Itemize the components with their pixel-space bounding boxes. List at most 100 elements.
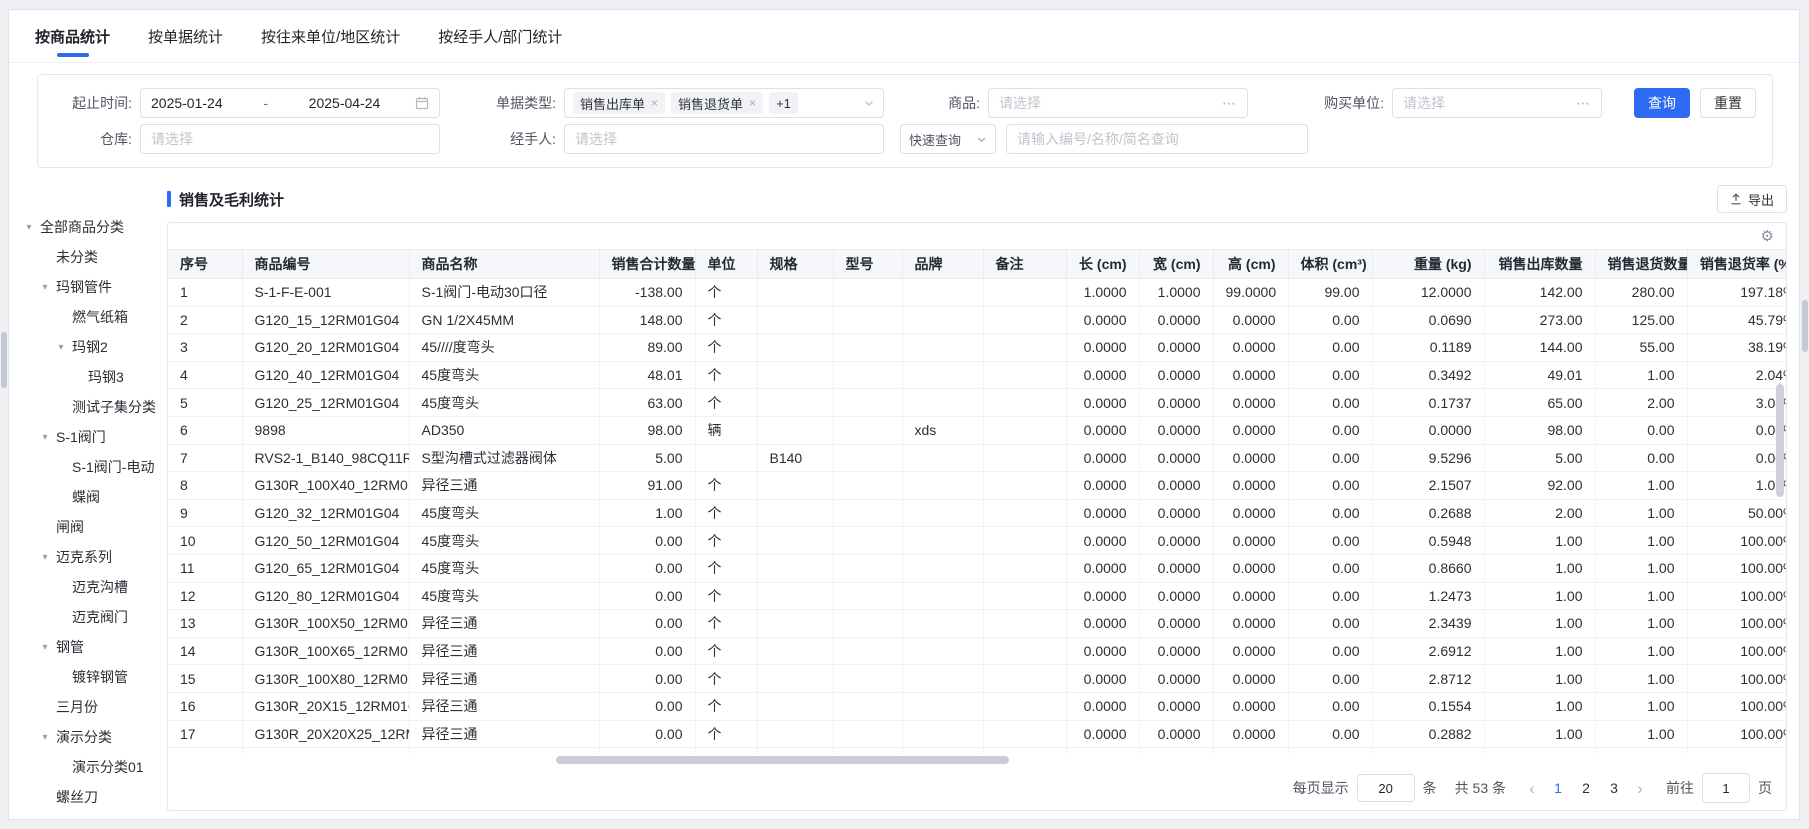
table-row[interactable]: 8G130R_100X40_12RM01G04异径三通91.00个0.00000…: [168, 471, 1786, 500]
tree-item[interactable]: ▾未分类: [9, 242, 157, 272]
column-header[interactable]: 销售出库数量: [1483, 249, 1596, 279]
table-horizontal-scrollbar[interactable]: [168, 754, 1786, 766]
table-row[interactable]: 2 G120_15_12RM01G04 GN 1/2X45MM 148.00 个 0.00…: [168, 305, 1786, 335]
page-scrollbar-left-thumb[interactable]: [1, 332, 7, 388]
column-header[interactable]: 型号: [832, 249, 903, 279]
table-row[interactable]: 6 9898 AD350 98.00 辆 xds 0.0000 0.0000 0.0000 0.0…: [168, 415, 1786, 445]
tree-item[interactable]: ▾演示分类01: [9, 752, 157, 782]
table-row[interactable]: 10 G120_50_12RM01G04 45度弯头 0.00 个 0.0000 0.000…: [168, 526, 1786, 555]
buyer-select[interactable]: 请选择 ⋯: [1392, 88, 1602, 118]
tree-item[interactable]: ▾钢管1: [9, 812, 157, 819]
column-settings-gear-icon[interactable]: ⚙: [1761, 228, 1774, 244]
doc-type-tag[interactable]: 销售退货单 ×: [671, 92, 764, 114]
column-header[interactable]: 销售退货数量: [1594, 249, 1688, 279]
caret-down-icon[interactable]: ▾: [55, 342, 67, 353]
handler-select[interactable]: [564, 124, 884, 154]
date-range-input[interactable]: 2025-01-24 - 2025-04-24: [140, 88, 440, 118]
table-row[interactable]: 13G130R_100X50_12RM01G04异径三通0.00个0.00000…: [168, 609, 1786, 638]
table-row[interactable]: 4 G120_40_12RM01G04 45度弯头 48.01 个 0.0000 0.000…: [168, 360, 1786, 390]
table-row[interactable]: 15G130R_100X80_12RM01G04异径三通0.00个0.00000…: [168, 664, 1786, 693]
tree-item[interactable]: ▾ 玛钢管件: [9, 272, 157, 302]
tab-item[interactable]: 按单据统计: [148, 10, 223, 62]
vertical-scrollbar-thumb[interactable]: [1776, 384, 1784, 497]
caret-down-icon[interactable]: ▾: [39, 432, 51, 443]
page-number[interactable]: 3: [1600, 775, 1628, 801]
query-button[interactable]: 查询: [1634, 88, 1690, 118]
prev-page-icon[interactable]: ‹: [1520, 780, 1544, 797]
tree-item[interactable]: ▾ 演示分类: [9, 722, 157, 752]
tree-item[interactable]: ▾迈克阀门: [9, 602, 157, 632]
table-row[interactable]: 17G130R_20X20X25_12RM01G...异径三通0.00个0.00…: [168, 719, 1786, 749]
table-row[interactable]: 1 S-1-F-E-001 S-1阀门-电动30口径 -138.00 个 1.0000 1.…: [168, 278, 1786, 307]
column-header[interactable]: 商品编号: [241, 249, 410, 279]
tree-item[interactable]: ▾燃气纸箱: [9, 302, 157, 332]
tree-item[interactable]: ▾ S-1阀门: [9, 422, 157, 452]
tree-item[interactable]: ▾蝶阀: [9, 482, 157, 512]
table-row[interactable]: 12 G120_80_12RM01G04 45度弯头 0.00 个 0.0000 0.000…: [168, 581, 1786, 611]
column-header[interactable]: 品牌: [901, 249, 984, 279]
reset-button[interactable]: 重置: [1700, 88, 1756, 118]
warehouse-select[interactable]: [140, 124, 440, 154]
caret-down-icon[interactable]: ▾: [23, 222, 35, 233]
tree-item[interactable]: ▾三月份: [9, 692, 157, 722]
tree-item[interactable]: ▾ 全部商品分类: [9, 212, 157, 242]
page-scrollbar-right-thumb[interactable]: [1802, 300, 1808, 352]
column-header[interactable]: 单位: [694, 249, 758, 279]
table-row[interactable]: 14G130R_100X65_12RM01G04异径三通0.00个0.00000…: [168, 636, 1786, 666]
tree-item[interactable]: ▾测试子集分类: [9, 392, 157, 422]
tree-item[interactable]: ▾镀锌钢管: [9, 662, 157, 692]
tree-item[interactable]: ▾ 钢管: [9, 632, 157, 662]
horizontal-scrollbar-thumb[interactable]: [556, 756, 1010, 764]
column-header[interactable]: 序号: [168, 249, 243, 279]
doc-type-more-tag[interactable]: +1: [769, 92, 798, 114]
table-vertical-scrollbar[interactable]: [1776, 281, 1784, 750]
export-button[interactable]: 导出: [1716, 185, 1787, 213]
tab-item[interactable]: 按往来单位/地区统计: [261, 10, 400, 62]
column-header[interactable]: 长 (cm): [1065, 249, 1140, 279]
quick-search-input[interactable]: [1006, 124, 1308, 154]
column-header[interactable]: 高 (cm): [1212, 249, 1289, 279]
table-row[interactable]: 7RVS2-1_B140_98CQ11R40S型沟槽式过滤器阀体5.00B140…: [168, 443, 1786, 473]
ellipsis-icon[interactable]: ⋯: [1222, 95, 1237, 112]
quick-search-select[interactable]: 快速查询: [900, 124, 996, 154]
column-header[interactable]: 宽 (cm): [1138, 249, 1214, 279]
column-header[interactable]: 重量 (kg): [1371, 249, 1485, 279]
column-header[interactable]: 备注: [982, 249, 1067, 279]
table-row[interactable]: 9 G120_32_12RM01G04 45度弯头 1.00 个 0.0000 0.0000…: [168, 498, 1786, 528]
tree-item[interactable]: ▾螺丝刀: [9, 782, 157, 812]
caret-down-icon[interactable]: ▾: [39, 552, 51, 563]
page-number[interactable]: 1: [1544, 775, 1572, 801]
caret-down-icon[interactable]: ▾: [39, 642, 51, 653]
tree-item[interactable]: ▾闸阀: [9, 512, 157, 542]
column-header[interactable]: 规格: [756, 249, 834, 279]
column-header[interactable]: 体积 (cm³): [1287, 249, 1373, 279]
tab-item[interactable]: 按商品统计: [35, 10, 110, 62]
table-row[interactable]: 11 G120_65_12RM01G04 45度弯头 0.00 个 0.0000 0.000…: [168, 553, 1786, 583]
next-page-icon[interactable]: ›: [1628, 780, 1652, 797]
per-page-select[interactable]: 20: [1356, 774, 1415, 802]
tree-item[interactable]: ▾迈克沟槽: [9, 572, 157, 602]
caret-down-icon[interactable]: ▾: [39, 732, 51, 743]
tag-close-icon[interactable]: ×: [651, 96, 658, 110]
page-number[interactable]: 2: [1572, 775, 1600, 801]
product-select[interactable]: 请选择 ⋯: [988, 88, 1248, 118]
table-row[interactable]: 16G130R_20X15_12RM01G04异径三通0.00个0.00000.…: [168, 691, 1786, 721]
tag-close-icon[interactable]: ×: [749, 96, 756, 110]
tree-item[interactable]: ▾S-1阀门-电动: [9, 452, 157, 482]
tab-item[interactable]: 按经手人/部门统计: [438, 10, 562, 62]
date-end-value[interactable]: 2025-04-24: [309, 95, 381, 111]
tree-item[interactable]: ▾ 玛钢2: [9, 332, 157, 362]
table-row[interactable]: 5 G120_25_12RM01G04 45度弯头 63.00 个 0.0000 0.000…: [168, 388, 1786, 417]
ellipsis-icon[interactable]: ⋯: [1576, 95, 1591, 112]
table-row[interactable]: 3 G120_20_12RM01G04 45////度弯头 89.00 个 0.0000 0…: [168, 333, 1786, 362]
column-header[interactable]: 商品名称: [408, 249, 600, 279]
doc-type-select[interactable]: 销售出库单 × 销售退货单 × +1: [564, 88, 884, 118]
column-header[interactable]: 销售退货率 (%): [1686, 249, 1786, 279]
doc-type-tag[interactable]: 销售出库单 ×: [573, 92, 666, 114]
column-header[interactable]: 销售合计数量: [598, 249, 696, 279]
caret-down-icon[interactable]: ▾: [39, 282, 51, 293]
tree-item[interactable]: ▾玛钢3: [9, 362, 157, 392]
date-start-value[interactable]: 2025-01-24: [151, 95, 223, 111]
goto-page-input[interactable]: [1702, 773, 1750, 803]
tree-item[interactable]: ▾ 迈克系列: [9, 542, 157, 572]
